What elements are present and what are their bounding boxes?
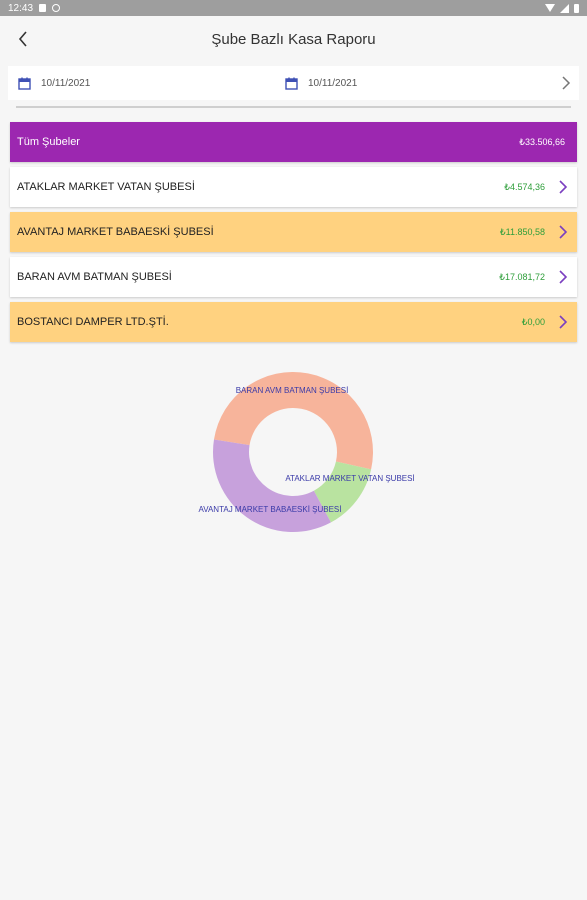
back-arrow-icon [18,31,27,47]
all-branches-label: Tüm Şubeler [17,136,80,148]
list-item[interactable]: BARAN AVM BATMAN ŞUBESİ ₺17.081,72 [10,257,577,297]
branch-name: AVANTAJ MARKET BABAESKİ ŞUBESİ [17,226,214,238]
branch-amount: ₺4.574,36 [504,181,545,192]
battery-icon [574,3,579,13]
date-next-button[interactable] [561,75,571,96]
slice-label: ATAKLAR MARKET VATAN ŞUBESİ [285,474,414,483]
page-title: Şube Bazlı Kasa Raporu [211,30,376,48]
list-item[interactable]: BOSTANCI DAMPER LTD.ŞTİ. ₺0,00 [10,302,577,342]
status-time: 12:43 [8,2,34,14]
donut-chart-svg: BARAN AVM BATMAN ŞUBESİ ATAKLAR MARKET VA… [198,371,415,532]
sync-icon [52,4,61,12]
chevron-right-icon [557,270,569,284]
branch-name: ATAKLAR MARKET VATAN ŞUBESİ [17,181,195,193]
list-item[interactable]: ATAKLAR MARKET VATAN ŞUBESİ ₺4.574,36 [10,167,577,207]
branch-name: BOSTANCI DAMPER LTD.ŞTİ. [17,316,169,328]
slice-label: AVANTAJ MARKET BABAESKİ ŞUBESİ [198,505,341,514]
list-item-all-branches[interactable]: Tüm Şubeler ₺33.506,66 [10,122,577,162]
calendar-icon [18,77,31,90]
start-date-value: 10/11/2021 [41,77,91,89]
branch-amount: ₺17.081,72 [499,271,545,282]
start-date-field[interactable]: 10/11/2021 [18,66,90,100]
app-bar: Şube Bazlı Kasa Raporu [0,16,587,62]
status-bar: 12:43 [0,0,587,16]
end-date-value: 10/11/2021 [308,77,358,89]
slice-label: BARAN AVM BATMAN ŞUBESİ [236,386,349,395]
divider [16,106,571,108]
pie-slice [213,439,331,532]
date-range-bar: 10/11/2021 10/11/2021 [8,66,579,100]
signal-icon [560,3,569,13]
chevron-right-icon [557,315,569,329]
wifi-icon [545,4,555,12]
chevron-right-icon [557,180,569,194]
chevron-right-icon [562,76,571,90]
branch-name: BARAN AVM BATMAN ŞUBESİ [17,271,172,283]
all-branches-amount: ₺33.506,66 [519,136,565,147]
list-item[interactable]: AVANTAJ MARKET BABAESKİ ŞUBESİ ₺11.850,5… [10,212,577,252]
end-date-field[interactable]: 10/11/2021 [285,66,357,100]
donut-chart: BARAN AVM BATMAN ŞUBESİ ATAKLAR MARKET VA… [0,360,587,560]
branch-amount: ₺11.850,58 [499,226,545,237]
branch-list: Tüm Şubeler ₺33.506,66 ATAKLAR MARKET VA… [10,122,577,342]
branch-amount: ₺0,00 [521,316,545,327]
calendar-icon [285,77,298,90]
lock-icon [39,4,47,12]
chevron-right-icon [557,225,569,239]
back-button[interactable] [8,24,38,54]
